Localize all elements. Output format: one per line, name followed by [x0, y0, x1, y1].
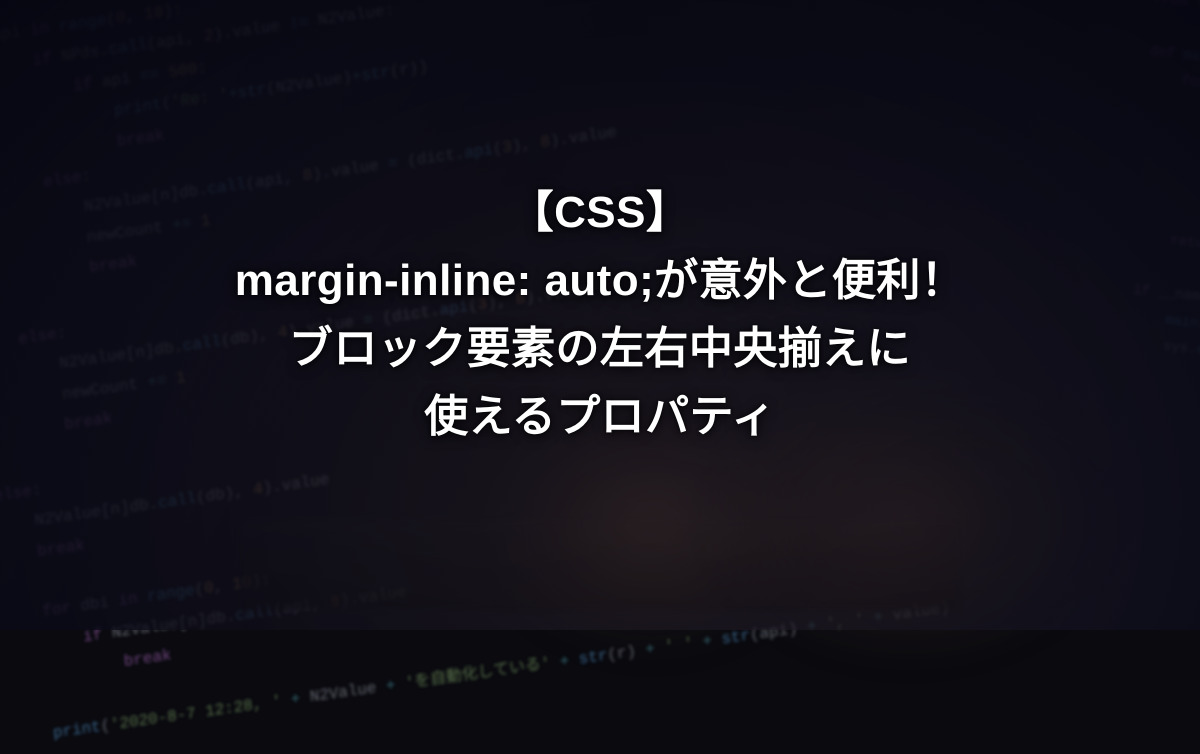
title-line-2: margin-inline: auto;が意外と便利！ — [235, 247, 966, 315]
title-line-1: 【CSS】 — [510, 179, 691, 247]
title-line-4: 使えるプロパティ — [424, 383, 776, 451]
title-container: 【CSS】 margin-inline: auto;が意外と便利！ ブロック要素… — [0, 0, 1200, 630]
title-line-3: ブロック要素の左右中央揃えに — [289, 315, 911, 383]
